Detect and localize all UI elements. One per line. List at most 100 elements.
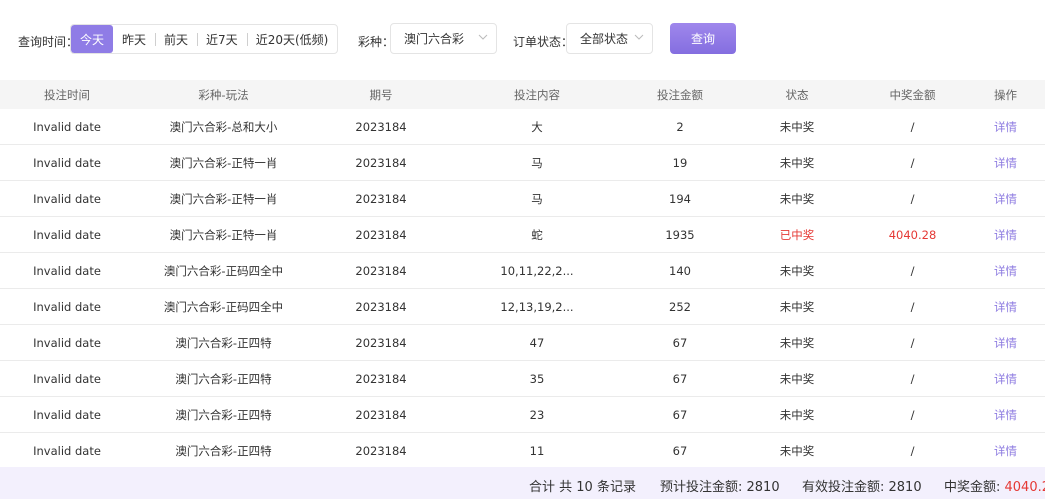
time-option-day-before[interactable]: 前天 (155, 25, 197, 53)
cell-prize: / (910, 191, 915, 206)
detail-link[interactable]: 详情 (966, 263, 1045, 279)
bet-records-table: 投注时间 彩种-玩法 期号 投注内容 投注金额 状态 中奖金额 操作 Inval… (0, 80, 1045, 469)
cell-content: 10,11,22,2... (500, 263, 574, 278)
cell-game: 澳门六合彩-正特一肖 (169, 191, 278, 206)
cell-content: 马 (531, 155, 543, 170)
detail-link[interactable]: 详情 (966, 407, 1045, 423)
detail-link[interactable]: 详情 (966, 227, 1045, 243)
table-row: Invalid date 澳门六合彩-正四特 2023184 11 67 未中奖 / 详情 (0, 433, 1045, 469)
cell-status: 已中奖 (779, 227, 815, 242)
time-range-group: 今天 昨天 前天 近7天 近20天(低频) (70, 24, 339, 54)
cell-game: 澳门六合彩-正四特 (175, 335, 272, 350)
status-select-value: 全部状态 (580, 32, 629, 46)
lottery-select-value: 澳门六合彩 (404, 32, 465, 46)
detail-link[interactable]: 详情 (966, 371, 1045, 387)
column-header-game: 彩种-玩法 (198, 87, 249, 102)
cell-period: 2023184 (355, 443, 407, 458)
cell-game: 澳门六合彩-正四特 (175, 371, 272, 386)
cell-prize: / (910, 263, 915, 278)
detail-link[interactable]: 详情 (966, 119, 1045, 135)
cell-prize: / (910, 335, 915, 350)
column-header-action: 操作 (994, 87, 1017, 102)
cell-game: 澳门六合彩-正四特 (175, 407, 272, 422)
chevron-down-icon (478, 34, 488, 40)
search-button[interactable]: 查询 (670, 23, 736, 54)
summary-prize-label: 中奖金额: (944, 480, 1005, 495)
summary-total: 合计 共 10 条记录 (529, 480, 636, 495)
detail-link[interactable]: 详情 (966, 155, 1045, 171)
cell-bet-time: Invalid date (33, 335, 101, 350)
cell-prize: / (910, 407, 915, 422)
column-header-prize: 中奖金额 (889, 87, 936, 102)
cell-amount: 2 (676, 119, 684, 134)
detail-link[interactable]: 详情 (966, 299, 1045, 315)
cell-status: 未中奖 (779, 407, 815, 422)
cell-period: 2023184 (355, 191, 407, 206)
summary-bar: 合计 共 10 条记录 预计投注金额: 2810 有效投注金额: 2810 中奖… (0, 467, 1045, 499)
cell-amount: 252 (669, 299, 691, 314)
cell-bet-time: Invalid date (33, 155, 101, 170)
cell-period: 2023184 (355, 119, 407, 134)
cell-status: 未中奖 (779, 191, 815, 206)
time-filter-label: 查询时间： (18, 35, 79, 49)
cell-prize: / (910, 119, 915, 134)
summary-expected: 预计投注金额: 2810 (660, 476, 780, 495)
cell-prize: / (910, 443, 915, 458)
cell-period: 2023184 (355, 407, 407, 422)
cell-content: 大 (531, 119, 543, 134)
detail-link[interactable]: 详情 (966, 335, 1045, 351)
cell-bet-time: Invalid date (33, 443, 101, 458)
summary-expected-label: 预计投注金额: (660, 480, 747, 495)
cell-status: 未中奖 (779, 371, 815, 386)
time-option-20-days[interactable]: 近20天(低频) (246, 25, 338, 53)
summary-valid-value: 2810 (888, 480, 922, 495)
cell-prize: 4040.28 (888, 227, 937, 242)
cell-bet-time: Invalid date (33, 371, 101, 386)
cell-prize: / (910, 299, 915, 314)
cell-status: 未中奖 (779, 443, 815, 458)
cell-status: 未中奖 (779, 299, 815, 314)
cell-content: 蛇 (531, 227, 543, 242)
table-row: Invalid date 澳门六合彩-总和大小 2023184 大 2 未中奖 / 详情 (0, 109, 1045, 145)
cell-amount: 67 (672, 407, 688, 422)
summary-expected-value: 2810 (746, 480, 780, 495)
column-header-status: 状态 (785, 87, 809, 102)
lottery-select[interactable]: 澳门六合彩 (390, 23, 497, 54)
cell-bet-time: Invalid date (33, 299, 101, 314)
cell-game: 澳门六合彩-正特一肖 (169, 227, 278, 242)
cell-amount: 1935 (665, 227, 695, 242)
cell-bet-time: Invalid date (33, 191, 101, 206)
cell-amount: 67 (672, 335, 688, 350)
cell-status: 未中奖 (779, 155, 815, 170)
status-select[interactable]: 全部状态 (566, 23, 653, 54)
summary-prize: 中奖金额: 4040.28 (944, 476, 1045, 495)
cell-content: 47 (529, 335, 545, 350)
detail-link[interactable]: 详情 (966, 443, 1045, 459)
table-row: Invalid date 澳门六合彩-正四特 2023184 23 67 未中奖 / 详情 (0, 397, 1045, 433)
summary-valid-label: 有效投注金额: (802, 480, 889, 495)
table-row: Invalid date 澳门六合彩-正特一肖 2023184 蛇 1935 已中奖 404… (0, 217, 1045, 253)
table-header: 投注时间 彩种-玩法 期号 投注内容 投注金额 状态 中奖金额 操作 (0, 80, 1045, 109)
cell-status: 未中奖 (779, 119, 815, 134)
time-option-yesterday[interactable]: 昨天 (113, 25, 155, 53)
table-row: Invalid date 澳门六合彩-正特一肖 2023184 马 194 未中奖 / 详情 (0, 181, 1045, 217)
detail-link[interactable]: 详情 (966, 191, 1045, 207)
column-header-content: 投注内容 (514, 87, 560, 102)
cell-bet-time: Invalid date (33, 119, 101, 134)
time-option-today[interactable]: 今天 (71, 25, 114, 53)
cell-status: 未中奖 (779, 263, 815, 278)
cell-amount: 19 (672, 155, 688, 170)
cell-content: 35 (529, 371, 545, 386)
cell-game: 澳门六合彩-正码四全中 (163, 263, 284, 278)
cell-content: 12,13,19,2... (500, 299, 574, 314)
cell-period: 2023184 (355, 335, 407, 350)
cell-prize: / (910, 371, 915, 386)
cell-amount: 67 (672, 371, 688, 386)
table-body: Invalid date 澳门六合彩-总和大小 2023184 大 2 未中奖 / 详情 Inv… (0, 109, 1045, 469)
summary-prize-value: 4040.28 (1004, 480, 1045, 495)
cell-game: 澳门六合彩-正特一肖 (169, 155, 278, 170)
filter-bar: 查询时间： 今天 昨天 前天 近7天 近20天(低频) 彩种： 澳门六合彩 订单… (0, 0, 1045, 79)
cell-bet-time: Invalid date (33, 263, 101, 278)
table-row: Invalid date 澳门六合彩-正码四全中 2023184 10,11,22,2… (0, 253, 1045, 289)
time-option-7-days[interactable]: 近7天 (197, 25, 247, 53)
